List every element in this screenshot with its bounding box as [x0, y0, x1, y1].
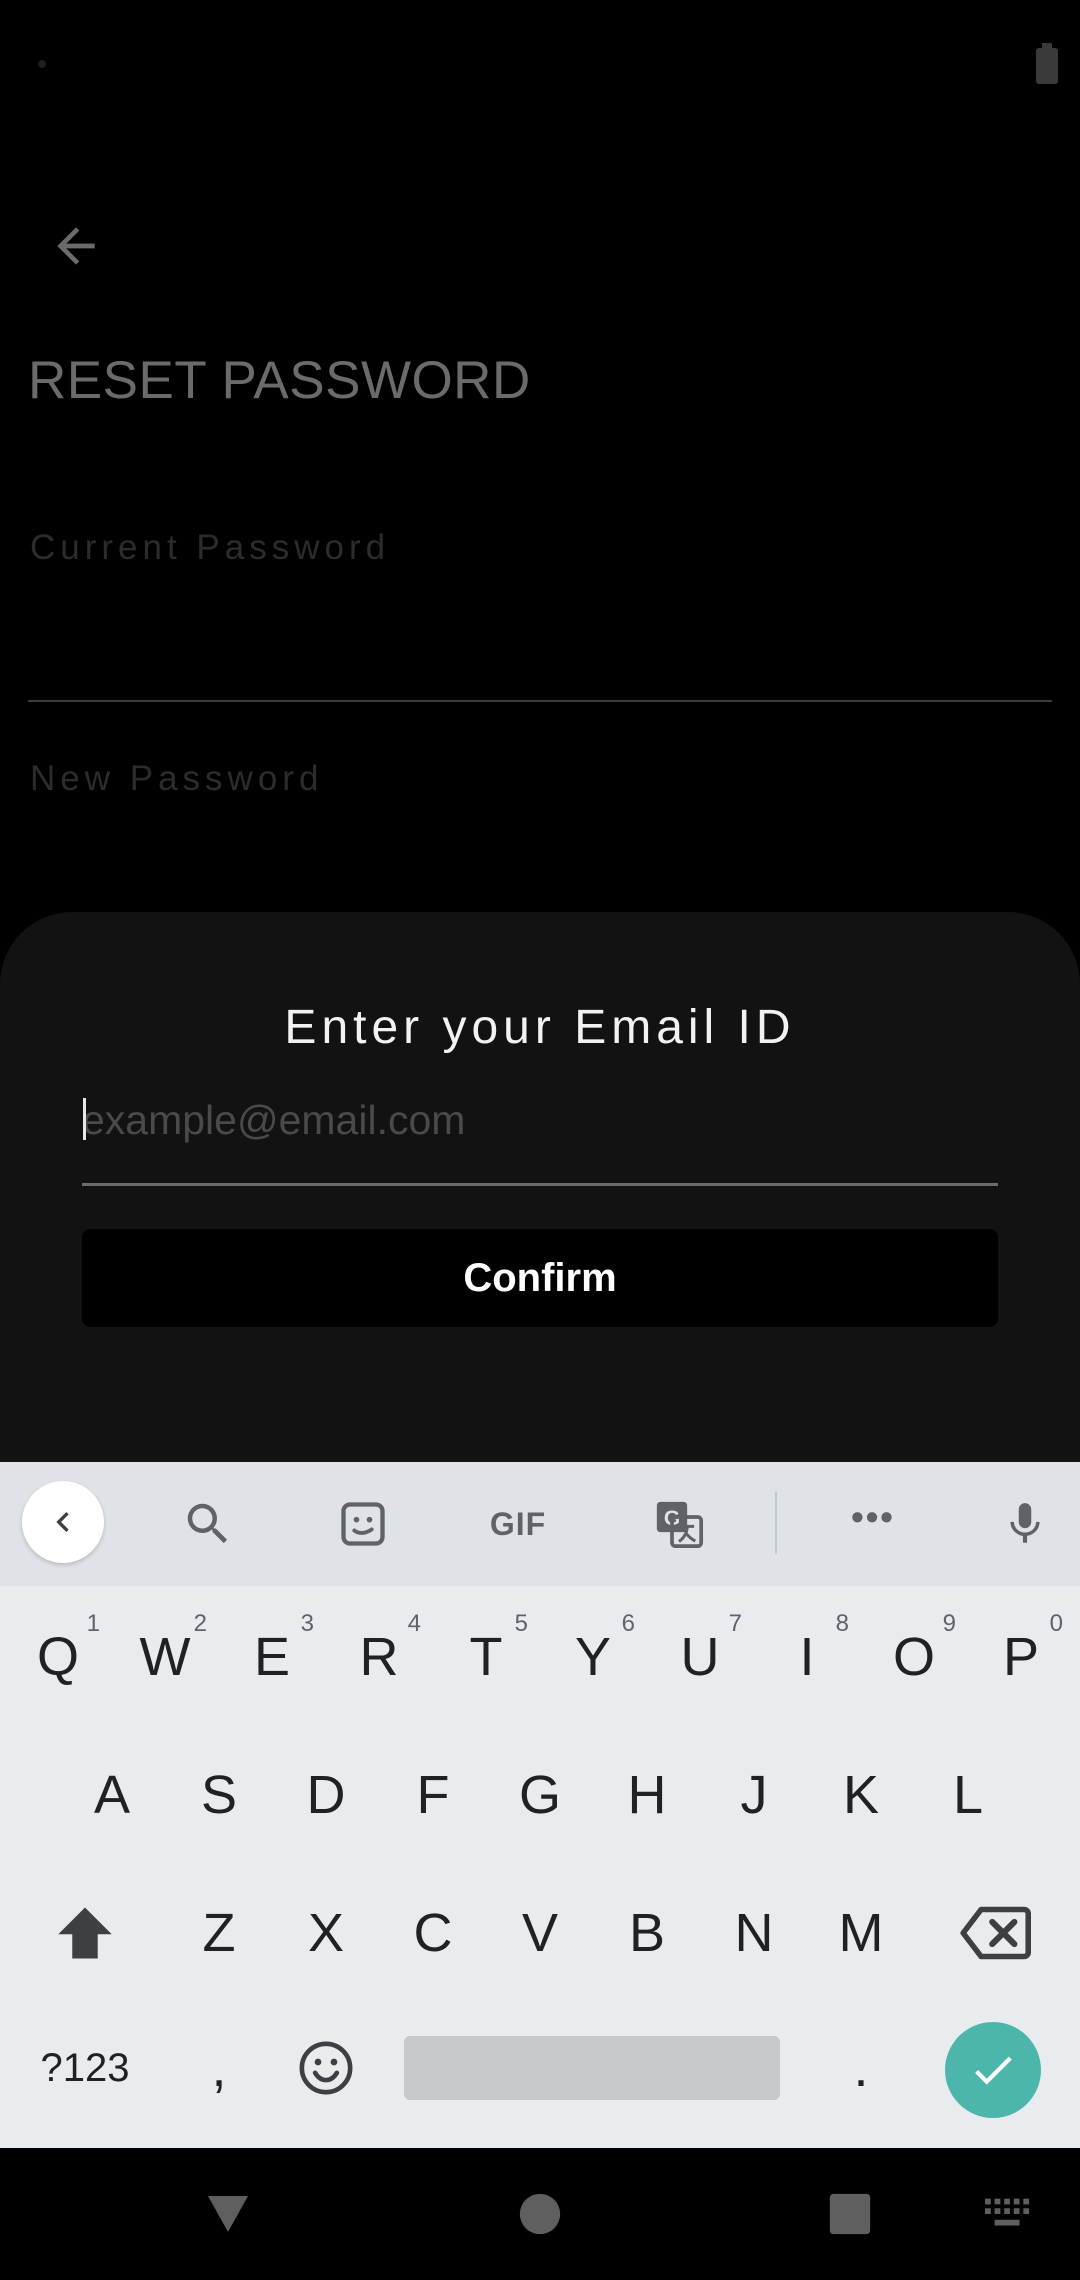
key-g[interactable]: G — [490, 1740, 590, 1850]
battery-icon — [1036, 43, 1058, 84]
key-f[interactable]: F — [383, 1740, 483, 1850]
key-d[interactable]: D — [276, 1740, 376, 1850]
home-nav-button[interactable] — [500, 2174, 580, 2254]
gif-button[interactable]: GIF — [478, 1484, 558, 1564]
page-title: RESET PASSWORD — [28, 351, 531, 410]
back-button[interactable] — [40, 210, 112, 282]
key-z[interactable]: Z — [169, 1878, 269, 1988]
key-h[interactable]: H — [597, 1740, 697, 1850]
home-circle-icon — [519, 2193, 561, 2235]
key-w[interactable]: W2 — [115, 1602, 215, 1712]
key-v[interactable]: V — [490, 1878, 590, 1988]
key-a[interactable]: A — [62, 1740, 162, 1850]
key-l[interactable]: L — [918, 1740, 1018, 1850]
emoji-key[interactable] — [276, 2013, 376, 2123]
keyboard: GIF G ••• Q1 W2 E3 R4 T5 Y6 U7 I8 O9 P0 … — [0, 1462, 1080, 2148]
key-s[interactable]: S — [169, 1740, 269, 1850]
email-underline — [82, 1183, 998, 1186]
toolbar-divider — [775, 1492, 777, 1554]
key-m[interactable]: M — [811, 1878, 911, 1988]
key-j[interactable]: J — [704, 1740, 804, 1850]
more-options-button[interactable]: ••• — [833, 1484, 913, 1564]
space-bar[interactable] — [404, 2036, 780, 2100]
email-bottom-sheet — [0, 912, 1080, 1472]
back-nav-button[interactable] — [188, 2174, 268, 2254]
key-e[interactable]: E3 — [222, 1602, 322, 1712]
recents-nav-button[interactable] — [810, 2174, 890, 2254]
arrow-left-icon — [57, 227, 95, 265]
chevron-left-icon — [56, 1512, 69, 1532]
back-triangle-icon — [208, 2196, 248, 2232]
recents-square-icon — [829, 2193, 871, 2235]
key-c[interactable]: C — [383, 1878, 483, 1988]
period-key[interactable]: . — [811, 2013, 911, 2123]
key-b[interactable]: B — [597, 1878, 697, 1988]
email-input[interactable] — [82, 1085, 998, 1155]
sticker-button[interactable] — [323, 1484, 403, 1564]
backspace-icon — [960, 1906, 1031, 1960]
key-q[interactable]: Q1 — [8, 1602, 108, 1712]
microphone-icon — [1010, 1503, 1040, 1543]
symbols-key[interactable]: ?123 — [35, 2013, 135, 2123]
key-i[interactable]: I8 — [757, 1602, 857, 1712]
comma-key[interactable]: , — [169, 2013, 269, 2123]
current-password-field[interactable] — [28, 700, 1052, 702]
search-icon — [187, 1503, 228, 1544]
status-bar — [0, 0, 1080, 130]
translate-button[interactable]: G — [639, 1484, 719, 1564]
notification-dot-icon — [38, 60, 46, 68]
key-y[interactable]: Y6 — [543, 1602, 643, 1712]
gif-label: GIF — [489, 1505, 547, 1542]
confirm-button[interactable]: Confirm — [82, 1229, 998, 1327]
current-password-label: Current Password — [30, 528, 391, 567]
new-password-label: New Password — [30, 759, 324, 798]
search-button[interactable] — [168, 1484, 248, 1564]
key-p[interactable]: P0 — [971, 1602, 1071, 1712]
keyboard-toolbar: GIF G ••• — [0, 1462, 1080, 1586]
backspace-key[interactable] — [945, 1878, 1045, 1988]
shift-key[interactable] — [35, 1878, 135, 1988]
sheet-title: Enter your Email ID — [284, 1001, 796, 1054]
enter-key[interactable] — [945, 2022, 1041, 2118]
shift-icon — [58, 1907, 112, 1959]
emoji-icon — [299, 2041, 353, 2095]
key-u[interactable]: U7 — [650, 1602, 750, 1712]
key-o[interactable]: O9 — [864, 1602, 964, 1712]
sticker-icon — [341, 1502, 385, 1546]
voice-input-button[interactable] — [985, 1484, 1065, 1564]
keyboard-switch-button[interactable] — [968, 2174, 1048, 2254]
more-icon: ••• — [851, 1496, 895, 1537]
key-x[interactable]: X — [276, 1878, 376, 1988]
navigation-bar — [0, 2148, 1080, 2280]
keyboard-icon — [985, 2198, 1030, 2226]
checkmark-icon — [975, 2056, 1012, 2085]
key-k[interactable]: K — [811, 1740, 911, 1850]
text-cursor — [83, 1098, 86, 1140]
translate-icon: G — [656, 1501, 704, 1549]
collapse-toolbar-button[interactable] — [22, 1481, 104, 1563]
key-r[interactable]: R4 — [329, 1602, 429, 1712]
email-field-wrapper — [82, 1085, 998, 1185]
key-t[interactable]: T5 — [436, 1602, 536, 1712]
key-n[interactable]: N — [704, 1878, 804, 1988]
